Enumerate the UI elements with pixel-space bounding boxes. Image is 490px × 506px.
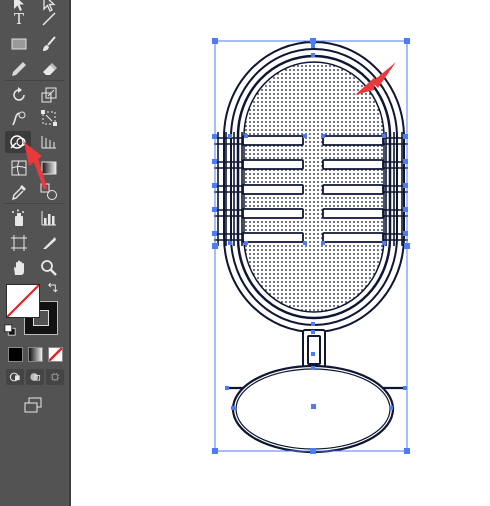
scale-tool[interactable]	[36, 84, 62, 106]
column-graph-tool[interactable]	[36, 207, 62, 229]
perspective-grid-tool[interactable]	[36, 131, 62, 153]
slice-tool[interactable]	[36, 232, 62, 254]
zoom-tool[interactable]	[36, 257, 62, 279]
perspective-grid-icon	[41, 136, 56, 149]
artboard-canvas[interactable]	[73, 0, 490, 506]
draw-behind-icon	[30, 373, 41, 381]
free-transform-icon	[41, 110, 57, 126]
shape-builder-icon	[10, 135, 26, 149]
paintbrush-tool[interactable]	[36, 33, 62, 55]
pencil-tool[interactable]	[6, 58, 32, 80]
paintbrush-icon	[43, 36, 56, 51]
none-color-icon	[7, 285, 39, 317]
free-transform-tool[interactable]	[36, 107, 62, 129]
line-icon	[42, 12, 56, 26]
draw-inside-icon	[50, 372, 60, 382]
draw-behind-button[interactable]	[26, 369, 44, 385]
column-graph-icon	[41, 211, 56, 226]
artboard-tool[interactable]	[6, 232, 32, 254]
default-colors-button[interactable]	[3, 323, 17, 337]
default-colors-icon	[4, 324, 16, 336]
line-segment-tool[interactable]	[36, 8, 62, 30]
rectangle-icon	[11, 38, 27, 50]
mesh-tool[interactable]	[6, 157, 32, 179]
pencil-icon	[12, 62, 26, 76]
type-tool[interactable]: T	[6, 8, 32, 30]
mesh-icon	[11, 160, 27, 176]
tools-panel: T	[0, 0, 71, 506]
slice-knife-icon	[43, 237, 56, 249]
tool-divider	[4, 80, 64, 81]
eraser-tool[interactable]	[36, 58, 62, 80]
draw-normal-button[interactable]	[6, 369, 24, 385]
none-mode-button[interactable]	[48, 347, 63, 362]
rotate-icon	[13, 87, 25, 101]
hand-icon	[14, 260, 24, 275]
warp-tool[interactable]	[6, 107, 32, 129]
eyedropper-icon	[12, 185, 26, 201]
gradient-icon	[41, 161, 57, 175]
swap-arrows-icon	[48, 283, 58, 293]
blend-icon	[40, 183, 57, 200]
screen-mode-icon	[24, 397, 42, 413]
eraser-icon	[43, 63, 57, 75]
draw-inside-button[interactable]	[46, 369, 64, 385]
none-slash-icon	[49, 348, 62, 361]
eyedropper-tool[interactable]	[6, 181, 32, 203]
fill-color-swatch[interactable]	[6, 284, 40, 318]
draw-normal-icon	[9, 372, 20, 382]
symbol-sprayer-tool[interactable]	[6, 207, 32, 229]
swap-fill-stroke-button[interactable]	[44, 282, 60, 296]
color-mode-button[interactable]	[8, 347, 23, 362]
artboard-icon	[11, 235, 27, 251]
change-screen-mode-button[interactable]	[20, 394, 46, 416]
rotate-tool[interactable]	[6, 84, 32, 106]
blend-tool[interactable]	[36, 181, 62, 203]
gradient-tool[interactable]	[36, 157, 62, 179]
scale-icon	[41, 87, 57, 103]
shape-builder-tool[interactable]	[5, 131, 31, 153]
warp-icon	[12, 111, 26, 126]
gradient-mode-button[interactable]	[28, 347, 43, 362]
symbol-sprayer-icon	[12, 209, 24, 226]
hand-tool[interactable]	[6, 257, 32, 279]
type-glyph: T	[13, 9, 24, 28]
rectangle-tool[interactable]	[6, 33, 32, 55]
magnifier-icon	[41, 260, 57, 276]
tool-divider	[4, 203, 64, 204]
